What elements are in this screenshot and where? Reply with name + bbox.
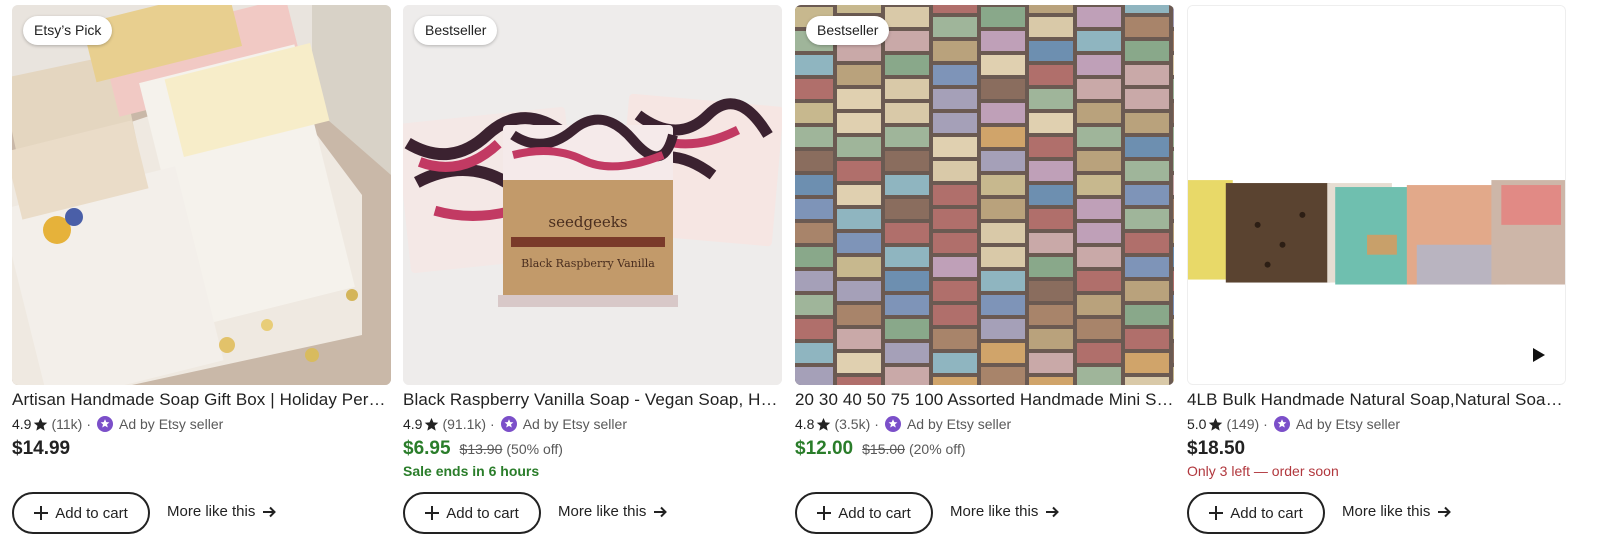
arrow-right-icon <box>1046 506 1060 518</box>
rating-value: 4.9 <box>12 416 32 432</box>
listing-meta: 4.9 (91.1k) · Ad by Etsy seller <box>403 414 627 434</box>
svg-text:Black Raspberry Vanilla: Black Raspberry Vanilla <box>521 257 655 270</box>
star-icon <box>424 417 439 432</box>
add-to-cart-label: Add to cart <box>838 504 911 522</box>
sale-countdown: Sale ends in 6 hours <box>403 463 540 479</box>
review-count: (3.5k) <box>834 416 871 432</box>
arrow-right-icon <box>263 506 277 518</box>
etsys-pick-badge: Etsy’s Pick <box>23 16 113 45</box>
discount-percent: (20% off) <box>908 441 966 457</box>
ad-label: Ad by Etsy seller <box>906 416 1012 432</box>
rating-value: 5.0 <box>1187 416 1207 432</box>
star-icon <box>816 417 831 432</box>
listing-image[interactable]: Bestseller <box>795 5 1174 385</box>
listing-image[interactable]: seedgeeks Black Raspberry Vanilla Bestse… <box>403 5 782 385</box>
more-like-this-link[interactable]: More like this <box>558 503 668 520</box>
price-row: $6.95 $13.90 (50% off) <box>403 438 563 462</box>
listing-title[interactable]: Artisan Handmade Soap Gift Box | Holiday… <box>12 390 391 410</box>
listing-meta: 4.8 (3.5k) · Ad by Etsy seller <box>795 414 1011 434</box>
assorted-mini-soaps-photo <box>795 5 1174 385</box>
add-to-cart-button[interactable]: Add to cart <box>1187 492 1325 534</box>
more-like-this-link[interactable]: More like this <box>1342 503 1452 520</box>
svg-text:seedgeeks: seedgeeks <box>548 213 627 231</box>
listing-card[interactable]: Bestseller 20 30 40 50 75 100 Assorted H… <box>795 5 1174 543</box>
ad-label: Ad by Etsy seller <box>1295 416 1401 432</box>
meta-separator: · <box>874 416 879 432</box>
listing-video-thumbnail[interactable] <box>1187 5 1566 385</box>
ad-label: Ad by Etsy seller <box>522 416 627 432</box>
listing-card[interactable]: Etsy’s Pick Artisan Handmade Soap Gift B… <box>12 5 391 543</box>
ad-star-badge-icon <box>884 416 901 432</box>
listing-title[interactable]: 4LB Bulk Handmade Natural Soap,Natural S… <box>1187 390 1566 410</box>
listing-title[interactable]: Black Raspberry Vanilla Soap - Vegan Soa… <box>403 390 782 410</box>
listing-meta: 4.9 (11k) · Ad by Etsy seller <box>12 414 223 434</box>
price-row: $14.99 <box>12 438 70 462</box>
raspberry-vanilla-soap-photo: seedgeeks Black Raspberry Vanilla <box>403 5 782 385</box>
price-row: $12.00 $15.00 (20% off) <box>795 438 966 462</box>
arrow-right-icon <box>654 506 668 518</box>
sale-price: $12.00 <box>795 438 854 459</box>
listing-title[interactable]: 20 30 40 50 75 100 Assorted Handmade Min… <box>795 390 1174 410</box>
listing-meta: 5.0 (149) · Ad by Etsy seller <box>1187 414 1400 434</box>
more-like-this-link[interactable]: More like this <box>167 503 277 520</box>
review-count: (149) <box>1226 416 1260 432</box>
review-count: (11k) <box>51 416 83 432</box>
meta-separator: · <box>86 416 91 432</box>
listing-card[interactable]: seedgeeks Black Raspberry Vanilla Bestse… <box>403 5 782 543</box>
add-to-cart-label: Add to cart <box>55 504 128 522</box>
add-to-cart-label: Add to cart <box>446 504 519 522</box>
add-to-cart-label: Add to cart <box>1230 504 1303 522</box>
add-to-cart-button[interactable]: Add to cart <box>795 492 933 534</box>
more-like-this-label: More like this <box>167 503 256 520</box>
original-price: $13.90 <box>459 441 503 457</box>
plus-icon <box>817 506 832 520</box>
add-to-cart-button[interactable]: Add to cart <box>12 492 150 534</box>
meta-separator: · <box>1263 416 1268 432</box>
price-row: $18.50 <box>1187 438 1245 462</box>
bestseller-badge: Bestseller <box>806 16 890 45</box>
original-price: $15.00 <box>862 441 905 457</box>
play-icon[interactable] <box>1533 348 1545 362</box>
plus-icon <box>34 506 49 520</box>
review-count: (91.1k) <box>442 416 487 432</box>
listing-card[interactable]: 4LB Bulk Handmade Natural Soap,Natural S… <box>1187 5 1566 543</box>
bestseller-badge: Bestseller <box>414 16 498 45</box>
rating-value: 4.9 <box>403 416 423 432</box>
sale-price: $6.95 <box>403 438 451 459</box>
plus-icon <box>425 506 440 520</box>
bulk-natural-soap-photo <box>1188 6 1565 384</box>
ad-star-badge-icon <box>500 416 517 432</box>
more-like-this-label: More like this <box>950 503 1039 520</box>
rating-value: 4.8 <box>795 416 815 432</box>
price: $18.50 <box>1187 438 1246 459</box>
soap-gift-box-photo <box>12 5 391 385</box>
ad-star-badge-icon <box>97 416 113 432</box>
meta-separator: · <box>490 416 495 432</box>
arrow-right-icon <box>1438 506 1452 518</box>
price: $14.99 <box>12 438 71 459</box>
listing-image[interactable]: Etsy’s Pick <box>12 5 391 385</box>
more-like-this-link[interactable]: More like this <box>950 503 1060 520</box>
star-icon <box>33 417 48 432</box>
more-like-this-label: More like this <box>558 503 647 520</box>
ad-label: Ad by Etsy seller <box>119 416 224 432</box>
plus-icon <box>1209 506 1224 520</box>
discount-percent: (50% off) <box>506 441 563 457</box>
more-like-this-label: More like this <box>1342 503 1431 520</box>
low-stock-notice: Only 3 left — order soon <box>1187 463 1339 479</box>
ad-star-badge-icon <box>1273 416 1290 432</box>
star-icon <box>1208 417 1223 432</box>
add-to-cart-button[interactable]: Add to cart <box>403 492 541 534</box>
